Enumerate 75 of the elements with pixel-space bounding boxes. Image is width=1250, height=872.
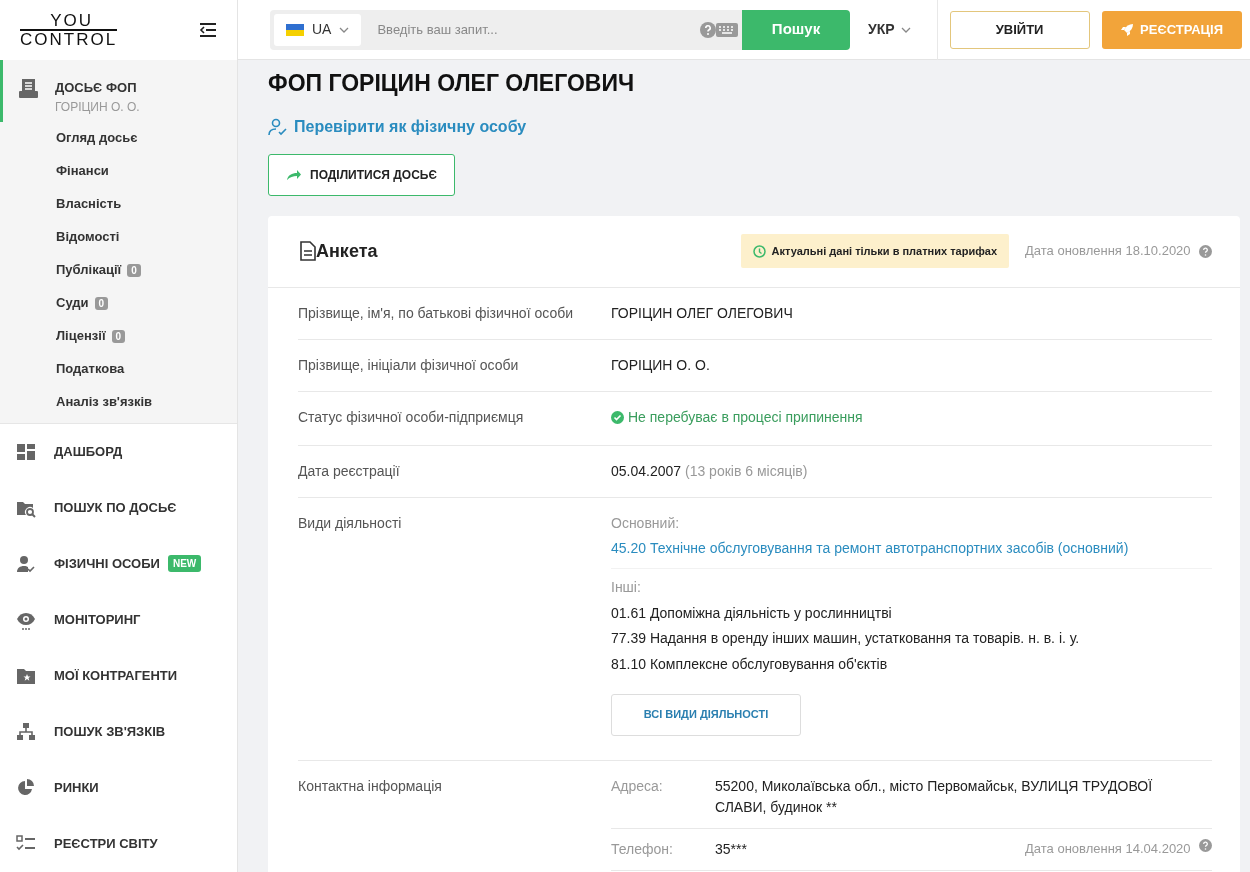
update-date: Дата оновлення 18.10.2020 (1025, 242, 1191, 261)
share-button[interactable]: ПОДІЛИТИСЯ ДОСЬЄ (268, 153, 456, 196)
count-badge: 0 (111, 329, 126, 343)
search-field[interactable]: UA Введіть ваш запит... (270, 9, 742, 50)
sidebar-section-link[interactable]: Власність (0, 187, 237, 221)
collapse-menu-icon[interactable] (199, 23, 217, 37)
field-label: Види діяльності (298, 513, 403, 533)
all-activities-button[interactable]: ВСІ ВИДИ ДІЯЛЬНОСТІ (611, 693, 801, 736)
update-date: Дата оновлення 14.04.2020 (1025, 839, 1191, 858)
check-circle-icon (611, 410, 624, 424)
dossier-nav-item[interactable]: ДОСЬЄ ФОП ГОРІЦИН О. О. (0, 60, 237, 122)
status-value: Не перебуває в процесі припинення (628, 407, 863, 427)
caret-icon (900, 26, 911, 33)
country-select[interactable]: UA (274, 13, 362, 46)
hierarchy-icon (16, 721, 36, 742)
logo-text[interactable]: CONTROL (20, 28, 118, 48)
logo-text[interactable]: YOU (20, 12, 118, 29)
sidebar-section-link[interactable]: Публікації 0 (0, 253, 237, 287)
sidebar-nav-item[interactable]: РИНКИ (0, 759, 237, 816)
sidebar-section-link[interactable]: Огляд досьє (0, 121, 237, 155)
sidebar-section-link[interactable]: Податкова (0, 352, 237, 386)
sidebar-nav-item[interactable]: ПОШУК ПО ДОСЬЄ (0, 479, 237, 536)
help-icon (700, 21, 716, 38)
dossier-title: ДОСЬЄ ФОП (55, 79, 138, 97)
field-value: ГОРІЦИН О. О. (611, 356, 710, 373)
sidebar-section-link[interactable]: Ліцензії 0 (0, 319, 237, 353)
activity-item: 77.39 Надання в оренду інших машин, устатковання та товарів. н. в. і. у. (611, 629, 1081, 649)
count-badge: 0 (94, 296, 109, 310)
flag-icon (286, 23, 304, 36)
person-check-icon (268, 117, 288, 136)
caret-icon (339, 26, 350, 33)
card-title: Анкета (316, 239, 378, 263)
document-icon (300, 241, 316, 261)
person-check-icon (16, 553, 36, 574)
field-label: Прізвище, ініціали фізичної особи (298, 355, 520, 375)
field-label: Дата реєстрації (298, 461, 401, 481)
sidebar-section-link[interactable]: Аналіз зв'язків (0, 385, 237, 419)
dossier-subtitle: ГОРІЦИН О. О. (55, 98, 140, 116)
contact-label: Телефон: (611, 839, 674, 859)
page-title: ФОП ГОРІЦИН ОЛЕГ ОЛЕГОВИЧ (268, 69, 636, 98)
sidebar-nav-item[interactable]: ФІЗИЧНІ ОСОБИ NEW (0, 535, 237, 592)
count-badge: 0 (127, 263, 141, 277)
document-tray-icon (19, 78, 39, 100)
login-button[interactable]: УВІЙТИ (949, 10, 1090, 49)
contact-label: Адреса: (611, 776, 664, 796)
help-icon (1198, 244, 1212, 258)
field-value: 05.04.2007 (13 років 6 місяців) (611, 462, 808, 479)
sidebar-section-link[interactable]: Суди 0 (0, 286, 237, 320)
activity-group-label: Основний: (611, 513, 681, 533)
language-select[interactable]: УКР (868, 19, 911, 40)
contact-value: 35*** (715, 839, 748, 859)
activity-item: 01.61 Допоміжна діяльність у рослинництві (611, 603, 893, 623)
clock-icon (752, 244, 766, 258)
activity-item: 81.10 Комплексне обслуговування об'єктів (611, 654, 889, 674)
sidebar-section-link[interactable]: Відомості (0, 220, 237, 254)
pie-chart-icon (16, 777, 36, 798)
sidebar-nav-item[interactable]: МОЇ КОНТРАГЕНТИ (0, 647, 237, 704)
sidebar-nav-item[interactable]: МОНІТОРИНГ (0, 591, 237, 648)
rocket-icon (1120, 22, 1135, 37)
sidebar-section-link[interactable]: Фінанси (0, 154, 237, 188)
field-label: Прізвище, ім'я, по батькові фізичної особи (298, 303, 574, 323)
activity-link[interactable]: 45.20 Технічне обслуговування та ремонт автотранспортних засобів (основний) (611, 538, 1129, 560)
activity-group-label: Інші: (611, 577, 642, 597)
dashboard-icon (16, 441, 36, 462)
help-icon (1198, 838, 1212, 852)
field-label: Статус фізичної особи-підприємця (298, 407, 525, 427)
share-arrow-icon (286, 168, 302, 181)
sidebar-nav-item[interactable]: РЕЄСТРИ СВІТУ (0, 815, 237, 872)
new-badge: NEW (167, 555, 202, 572)
sidebar-nav-item[interactable]: ДАШБОРД (0, 423, 237, 480)
sidebar-nav-item[interactable]: ПОШУК ЗВ'ЯЗКІВ (0, 703, 237, 760)
contact-value: 55200, Миколаївська обл., місто Первомайськ, ВУЛИЦЯ ТРУДОВОЇ СЛАВИ, будинок ** (715, 776, 1154, 817)
field-label: Контактна інформація (298, 776, 443, 796)
field-value: ГОРІЦИН ОЛЕГ ОЛЕГОВИЧ (611, 304, 793, 321)
notice-text: Актуальні дані тільки в платних тарифах (771, 243, 998, 259)
